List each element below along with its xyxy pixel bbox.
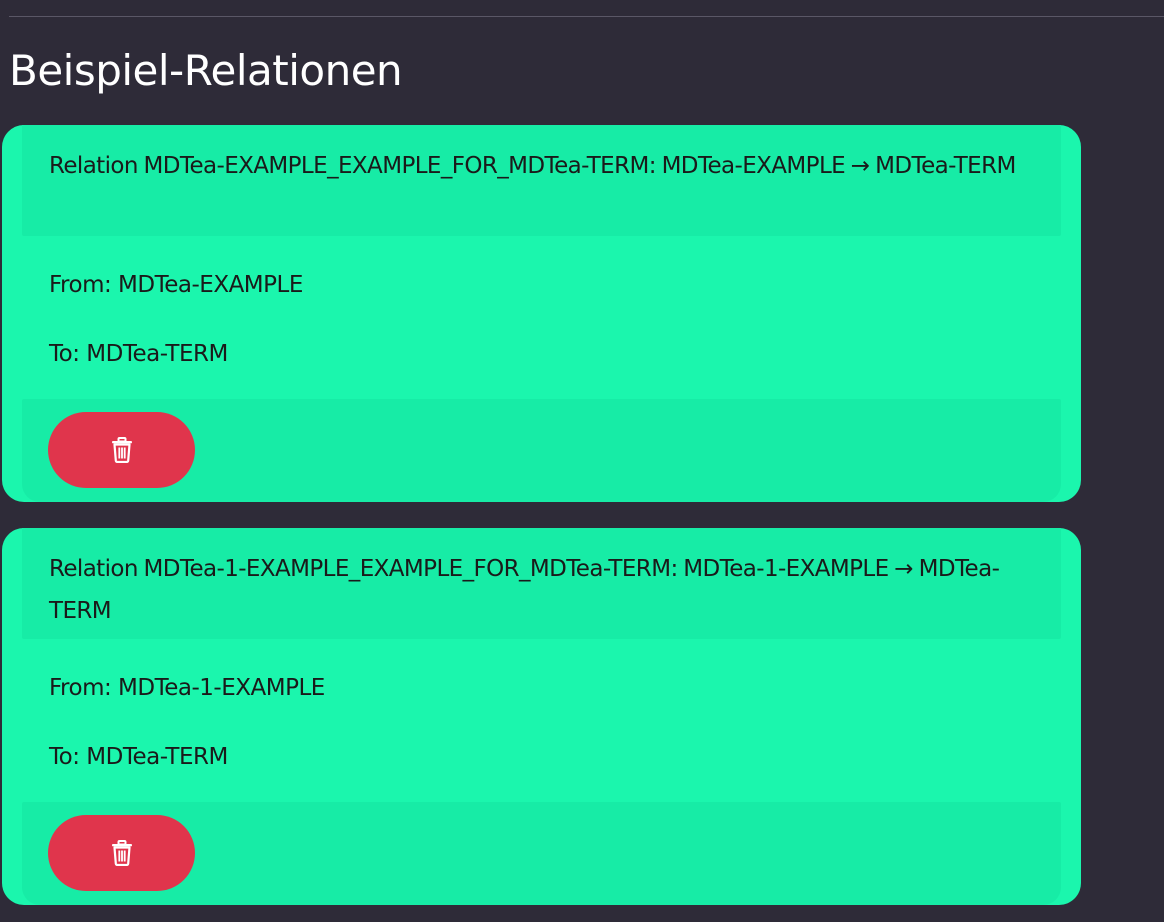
trash-icon — [111, 437, 132, 463]
page-title: Beispiel-Relationen — [9, 46, 403, 95]
delete-relation-button[interactable] — [48, 412, 195, 488]
relation-card-header: Relation MDTea-EXAMPLE_EXAMPLE_FOR_MDTea… — [22, 125, 1061, 236]
relation-to: To: MDTea-TERM — [49, 341, 228, 367]
relation-card-footer — [22, 802, 1061, 905]
relation-from: From: MDTea-1-EXAMPLE — [49, 675, 325, 701]
relation-to: To: MDTea-TERM — [49, 744, 228, 770]
relation-card-footer — [22, 399, 1061, 502]
relation-from: From: MDTea-EXAMPLE — [49, 272, 303, 298]
relation-title: Relation MDTea-EXAMPLE_EXAMPLE_FOR_MDTea… — [49, 153, 1016, 179]
relation-title: Relation MDTea-1-EXAMPLE_EXAMPLE_FOR_MDT… — [49, 556, 1000, 624]
trash-icon — [111, 840, 132, 866]
relation-card: Relation MDTea-EXAMPLE_EXAMPLE_FOR_MDTea… — [2, 125, 1081, 502]
delete-relation-button[interactable] — [48, 815, 195, 891]
relation-card: Relation MDTea-1-EXAMPLE_EXAMPLE_FOR_MDT… — [2, 528, 1081, 905]
top-divider — [9, 16, 1164, 17]
relation-card-header: Relation MDTea-1-EXAMPLE_EXAMPLE_FOR_MDT… — [22, 528, 1061, 639]
